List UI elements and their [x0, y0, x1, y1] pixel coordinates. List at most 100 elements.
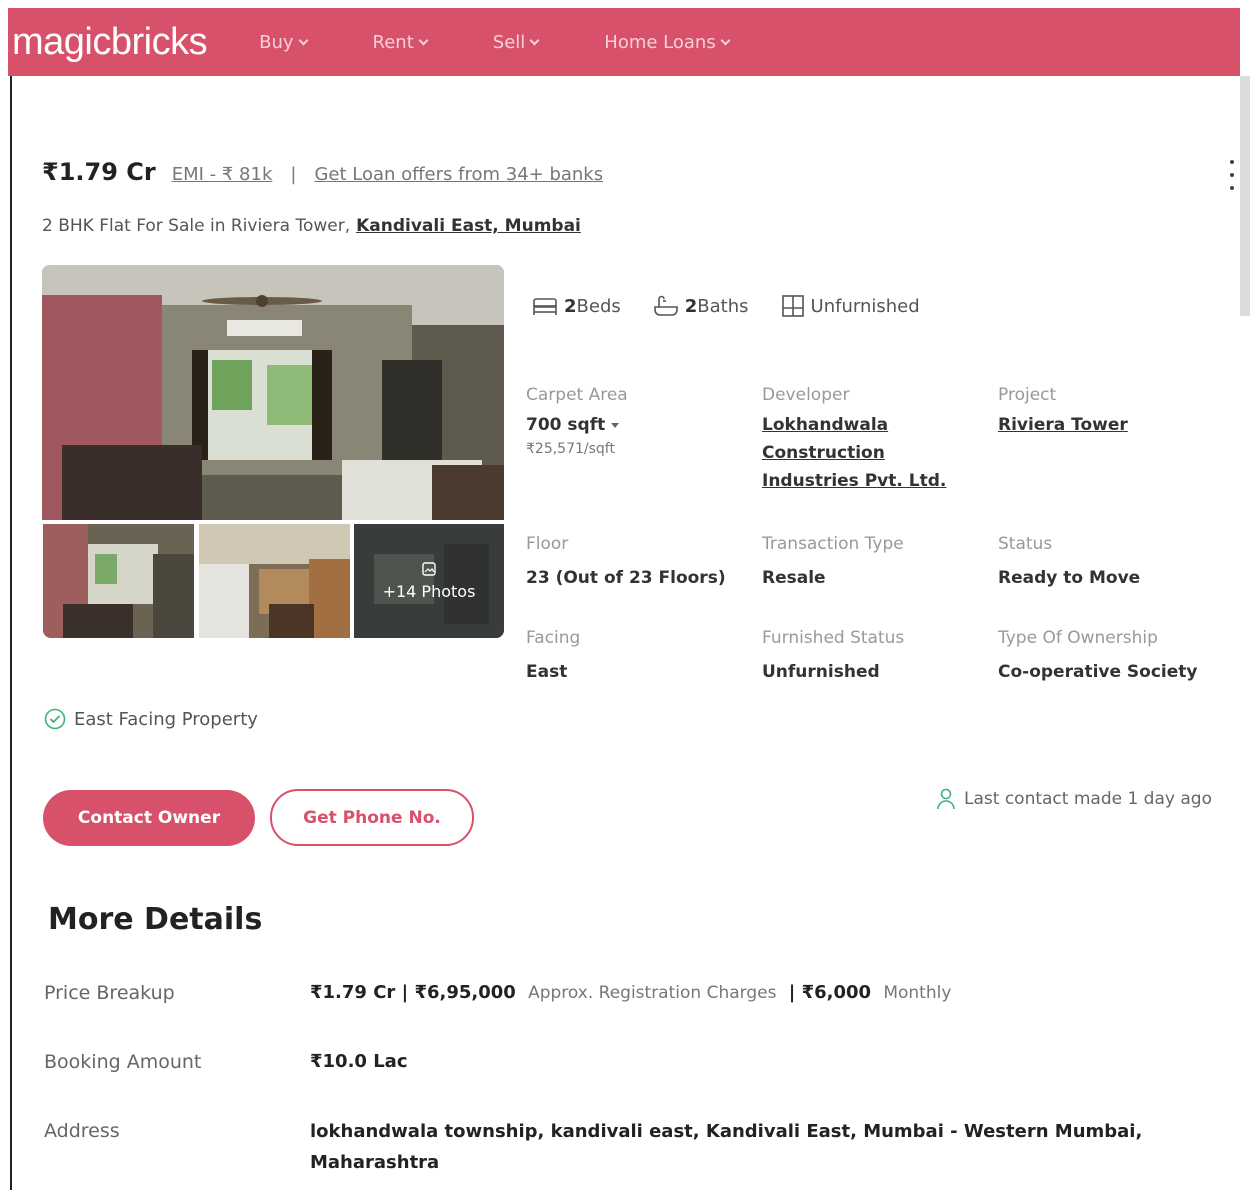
- scrollbar-thumb[interactable]: [1240, 76, 1250, 316]
- ownership-label: Type Of Ownership: [998, 628, 1158, 648]
- developer-label: Developer: [762, 385, 850, 405]
- ownership-value: Co-operative Society: [998, 662, 1198, 682]
- carpet-area-value[interactable]: 700 sqft: [526, 411, 628, 439]
- furnishing-label: Unfurnished: [810, 295, 920, 317]
- developer-link[interactable]: Lokhandwala Construction Industries Pvt.…: [762, 411, 962, 495]
- thumbnail-image: [43, 524, 194, 638]
- detail-transaction-type: Transaction Type Resale: [762, 534, 904, 592]
- nav-rent[interactable]: Rent: [372, 31, 429, 53]
- baths-label: Baths: [697, 295, 749, 317]
- registration-charges: ₹6,95,000: [414, 982, 516, 1003]
- feature-label: East Facing Property: [74, 708, 258, 730]
- price-breakup-label: Price Breakup: [44, 982, 175, 1004]
- booking-amount-value: ₹10.0 Lac: [310, 1051, 408, 1072]
- beds-summary: 2Beds: [532, 296, 621, 317]
- status-label: Status: [998, 534, 1053, 554]
- magicbricks-logo[interactable]: magicbricks: [12, 21, 208, 64]
- registration-note: Approx. Registration Charges: [528, 983, 777, 1003]
- more-options-icon[interactable]: [1226, 160, 1238, 190]
- beds-count: 2: [564, 295, 577, 317]
- booking-amount-label: Booking Amount: [44, 1051, 202, 1073]
- get-phone-button[interactable]: Get Phone No.: [270, 789, 474, 846]
- project-link[interactable]: Riviera Tower: [998, 411, 1128, 439]
- breakup-separator: |: [788, 982, 796, 1003]
- detail-carpet-area: Carpet Area 700 sqft ₹25,571/sqft: [526, 385, 628, 457]
- bed-icon: [533, 298, 557, 315]
- address-row: Address lokhandwala township, kandivali …: [44, 1116, 1220, 1178]
- detail-furnished-status: Furnished Status Unfurnished: [762, 628, 904, 686]
- loan-offers-link[interactable]: Get Loan offers from 34+ banks: [314, 164, 603, 185]
- contact-owner-button[interactable]: Contact Owner: [43, 790, 255, 846]
- locality-link[interactable]: Kandivali East, Mumbai: [356, 216, 581, 236]
- address-label: Address: [44, 1120, 120, 1142]
- nav-menu: Buy Rent Sell Home Loans: [259, 31, 731, 53]
- transaction-type-value: Resale: [762, 568, 826, 588]
- facing-value: East: [526, 662, 568, 682]
- furnished-status-label: Furnished Status: [762, 628, 905, 648]
- chevron-down-icon: [298, 35, 308, 45]
- nav-rent-label: Rent: [372, 31, 414, 53]
- detail-ownership: Type Of Ownership Co-operative Society: [998, 628, 1198, 686]
- furnishing-summary: Unfurnished: [781, 294, 920, 318]
- detail-project: Project Riviera Tower: [998, 385, 1128, 439]
- listing-title-text: 2 BHK Flat For Sale in Riviera Tower,: [42, 216, 351, 236]
- main-photo[interactable]: [42, 265, 504, 520]
- more-details-title: More Details: [48, 902, 263, 937]
- floor-value: 23 (Out of 23 Floors): [526, 568, 726, 588]
- furnishing-icon: [781, 295, 804, 317]
- caret-down-icon: [611, 422, 620, 428]
- price-per-sqft: ₹25,571/sqft: [526, 441, 615, 457]
- thumbnail-photo-1[interactable]: [43, 524, 194, 638]
- maintenance-charges: ₹6,000: [801, 982, 872, 1003]
- user-icon: [937, 788, 955, 810]
- address-value: lokhandwala township, kandivali east, Ka…: [310, 1121, 1143, 1173]
- detail-status: Status Ready to Move: [998, 534, 1140, 592]
- check-circle-icon: [44, 708, 66, 730]
- nav-buy[interactable]: Buy: [259, 31, 308, 53]
- amenities-row: 2Beds 2Baths Unfurnished: [532, 294, 920, 318]
- thumbnail-photo-2[interactable]: [199, 524, 350, 638]
- detail-developer: Developer Lokhandwala Construction Indus…: [762, 385, 962, 495]
- last-contact-text: Last contact made 1 day ago: [964, 789, 1212, 809]
- price-row: ₹1.79 Cr EMI - ₹ 81k | Get Loan offers f…: [42, 158, 603, 186]
- nav-home-loans[interactable]: Home Loans: [604, 31, 731, 53]
- maintenance-note: Monthly: [883, 983, 952, 1003]
- listing-price: ₹1.79 Cr: [42, 158, 156, 186]
- transaction-type-label: Transaction Type: [762, 534, 904, 554]
- feature-east-facing: East Facing Property: [44, 708, 258, 730]
- price-breakup-value: ₹1.79 Cr | ₹6,95,000 Approx. Registratio…: [310, 982, 957, 1004]
- nav-sell[interactable]: Sell: [492, 31, 540, 53]
- status-value: Ready to Move: [998, 568, 1141, 588]
- price-separator: |: [290, 164, 297, 185]
- chevron-down-icon: [720, 35, 731, 45]
- living-room-photo: [42, 265, 504, 520]
- nav-home-loans-label: Home Loans: [604, 31, 716, 53]
- last-contact-info: Last contact made 1 day ago: [936, 788, 1212, 810]
- listing-subtitle: 2 BHK Flat For Sale in Riviera Tower, Kan…: [42, 216, 581, 236]
- breakup-price: ₹1.79 Cr: [310, 982, 396, 1003]
- chevron-down-icon: [418, 35, 429, 45]
- emi-link[interactable]: EMI - ₹ 81k: [172, 164, 273, 185]
- nav-buy-label: Buy: [259, 31, 294, 53]
- detail-floor: Floor 23 (Out of 23 Floors): [526, 534, 726, 592]
- baths-count: 2: [684, 295, 698, 317]
- nav-sell-label: Sell: [492, 31, 526, 53]
- facing-label: Facing: [526, 628, 581, 648]
- booking-amount-row: Booking Amount ₹10.0 Lac: [44, 1051, 408, 1073]
- more-photos-button[interactable]: +14 Photos: [354, 524, 504, 638]
- breakup-separator: |: [401, 982, 409, 1003]
- photos-count-label: +14 Photos: [382, 581, 476, 601]
- thumbnail-image: [199, 524, 350, 638]
- price-breakup-row: Price Breakup ₹1.79 Cr | ₹6,95,000 Appro…: [44, 982, 957, 1004]
- floor-label: Floor: [526, 534, 569, 554]
- carpet-area-label: Carpet Area: [526, 385, 628, 405]
- bath-icon: [653, 295, 678, 316]
- top-navbar: magicbricks Buy Rent Sell Home Loans: [8, 8, 1240, 76]
- gallery-icon: [422, 561, 436, 576]
- chevron-down-icon: [529, 35, 540, 45]
- beds-label: Beds: [576, 295, 621, 317]
- furnished-status-value: Unfurnished: [762, 662, 880, 682]
- page-left-border: [10, 76, 12, 1190]
- project-label: Project: [998, 385, 1057, 405]
- photos-count-overlay: +14 Photos: [354, 524, 504, 638]
